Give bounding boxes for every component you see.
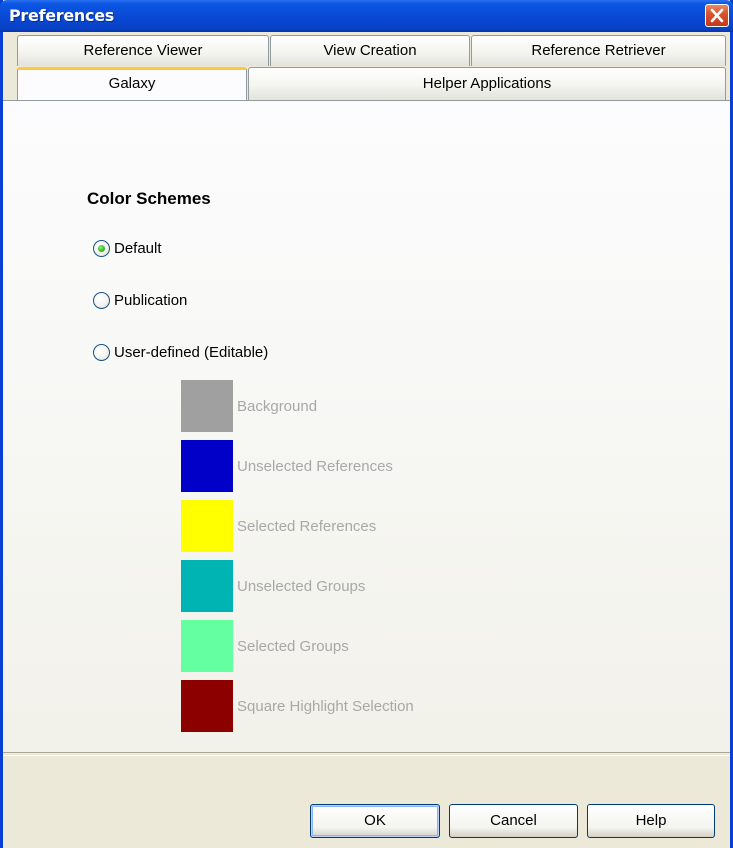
color-row-unselected-groups: Unselected Groups <box>181 560 365 612</box>
color-swatch <box>181 620 233 672</box>
tab-helper-applications[interactable]: Helper Applications <box>248 67 726 100</box>
title-bar[interactable]: Preferences <box>0 0 733 32</box>
radio-label: Default <box>114 239 162 257</box>
color-swatch <box>181 500 233 552</box>
color-label: Square Highlight Selection <box>237 697 414 715</box>
tab-label: Reference Retriever <box>531 42 666 59</box>
close-button[interactable] <box>705 4 729 27</box>
ok-button[interactable]: OK <box>310 804 440 838</box>
radio-button[interactable] <box>93 291 110 309</box>
color-label: Unselected Groups <box>237 577 366 595</box>
color-swatch <box>181 440 233 492</box>
color-row-square-highlight-selection: Square Highlight Selection <box>181 680 414 732</box>
color-swatch <box>181 380 233 432</box>
tab-reference-retriever[interactable]: Reference Retriever <box>471 35 726 66</box>
color-swatch <box>181 560 233 612</box>
color-row-background: Background <box>181 380 317 432</box>
color-row-unselected-references: Unselected References <box>181 440 393 492</box>
color-label: Selected Groups <box>237 637 349 655</box>
close-icon <box>710 8 724 23</box>
tab-content-galaxy: Color Schemes Default Publication User-d… <box>3 100 730 752</box>
tab-reference-viewer[interactable]: Reference Viewer <box>17 35 269 66</box>
preferences-window: Preferences Reference Viewer View Creati… <box>0 0 733 848</box>
tab-galaxy[interactable]: Galaxy <box>17 67 247 100</box>
radio-label: User-defined (Editable) <box>114 343 269 361</box>
footer-divider <box>3 752 730 756</box>
tab-label: View Creation <box>323 42 417 59</box>
color-label: Unselected References <box>237 457 393 475</box>
tab-label: Galaxy <box>108 75 156 92</box>
cancel-button[interactable]: Cancel <box>449 804 578 838</box>
tab-view-creation[interactable]: View Creation <box>270 35 470 66</box>
help-button[interactable]: Help <box>587 804 715 838</box>
window-title: Preferences <box>9 6 114 25</box>
tab-label: Reference Viewer <box>83 42 203 59</box>
radio-default[interactable]: Default <box>93 237 162 259</box>
radio-label: Publication <box>114 291 188 309</box>
color-label: Background <box>237 397 318 415</box>
radio-publication[interactable]: Publication <box>93 289 187 311</box>
radio-button[interactable] <box>93 343 110 361</box>
color-swatch <box>181 680 233 732</box>
color-label: Selected References <box>237 517 377 535</box>
color-row-selected-groups: Selected Groups <box>181 620 349 672</box>
radio-button[interactable] <box>93 239 110 257</box>
radio-user-defined[interactable]: User-defined (Editable) <box>93 341 268 363</box>
color-row-selected-references: Selected References <box>181 500 376 552</box>
color-schemes-heading: Color Schemes <box>87 189 211 208</box>
tab-label: Helper Applications <box>422 75 552 92</box>
